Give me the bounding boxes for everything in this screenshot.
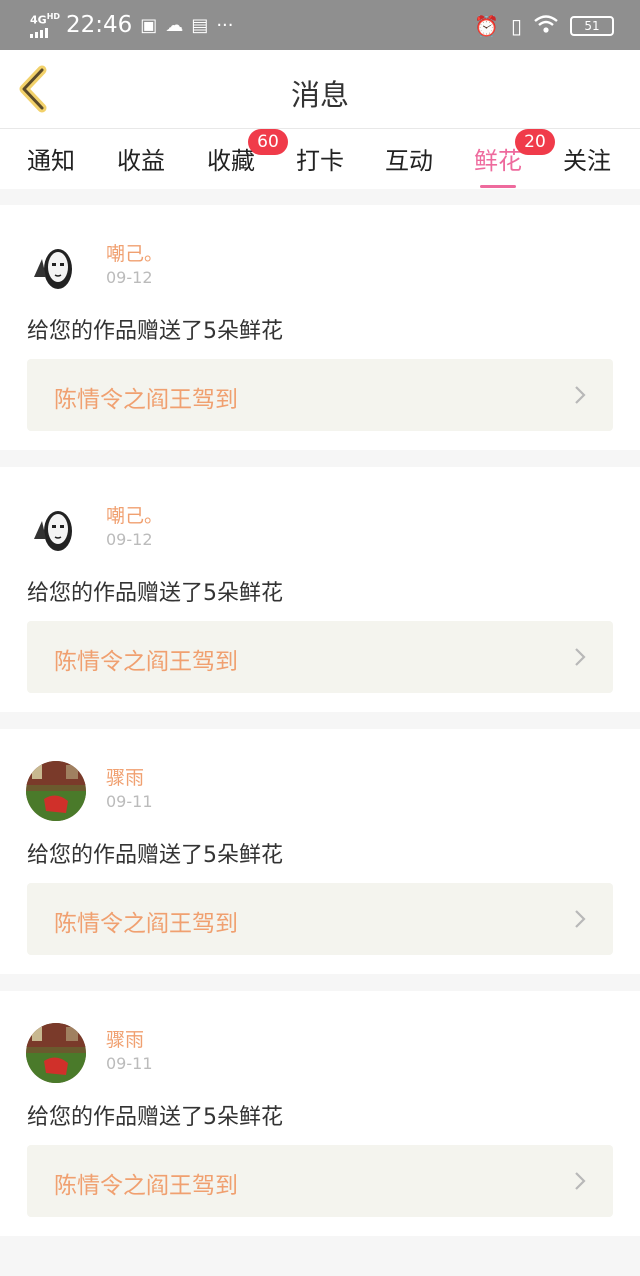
- app-icon-1: ▣: [140, 14, 158, 36]
- photo-avatar-icon: [26, 1023, 86, 1083]
- network-label: 4G: [30, 13, 47, 27]
- message-text: 给您的作品赠送了5朵鲜花: [27, 319, 283, 344]
- network-sub-label: HD: [46, 12, 61, 22]
- tab-notifications[interactable]: 通知: [16, 141, 86, 176]
- chevron-right-icon: [575, 910, 586, 928]
- message-card: 嘲己。 09-12 给您的作品赠送了5朵鲜花 陈情令之阎王驾到: [0, 467, 640, 712]
- sender-name[interactable]: 嘲己。: [106, 239, 163, 266]
- chevron-right-icon: [575, 386, 586, 404]
- tab-interactions[interactable]: 互动: [374, 141, 444, 176]
- tab-following[interactable]: 关注: [552, 141, 622, 176]
- unread-badge: 60: [248, 129, 288, 155]
- message-text: 给您的作品赠送了5朵鲜花: [27, 1105, 283, 1130]
- sender-name[interactable]: 骤雨: [106, 763, 144, 790]
- tab-earnings[interactable]: 收益: [106, 141, 176, 176]
- tab-label: 收藏: [207, 147, 255, 175]
- message-date: 09-11: [106, 1054, 153, 1073]
- tab-flowers[interactable]: 鲜花 20: [463, 129, 555, 188]
- message-card: 嘲己。 09-12 给您的作品赠送了5朵鲜花 陈情令之阎王驾到: [0, 205, 640, 450]
- avatar[interactable]: [26, 237, 86, 297]
- cloud-icon: ☁: [165, 14, 184, 36]
- tab-checkin[interactable]: 打卡: [285, 141, 355, 176]
- tab-label: 收益: [117, 147, 165, 175]
- chevron-right-icon: [575, 648, 586, 666]
- work-link[interactable]: 陈情令之阎王驾到: [27, 1145, 613, 1217]
- tab-label: 通知: [27, 147, 75, 175]
- more-dots-icon: ···: [216, 14, 234, 36]
- active-tab-indicator: [480, 185, 516, 188]
- clock: 22:46: [66, 12, 133, 38]
- tab-label: 关注: [563, 147, 611, 175]
- tab-label: 鲜花: [474, 147, 522, 175]
- status-right: ⏰ ▯ 51: [474, 12, 614, 40]
- alarm-icon: ⏰: [474, 14, 499, 38]
- vibrate-icon: ▯: [510, 14, 522, 38]
- app-icon-2: ▤: [191, 14, 209, 36]
- signal-icon: [30, 27, 58, 38]
- avatar[interactable]: [26, 499, 86, 559]
- avatar[interactable]: [26, 761, 86, 821]
- message-card: 骤雨 09-11 给您的作品赠送了5朵鲜花 陈情令之阎王驾到: [0, 729, 640, 974]
- tab-label: 打卡: [296, 147, 344, 175]
- network-indicator: 4GHD: [30, 12, 61, 38]
- unread-badge: 20: [515, 129, 555, 155]
- message-date: 09-12: [106, 268, 153, 287]
- message-date: 09-12: [106, 530, 153, 549]
- chevron-right-icon: [575, 1172, 586, 1190]
- tab-bar: 通知 收益 收藏 60 打卡 互动 鲜花 20 关注: [0, 129, 640, 189]
- battery-indicator: 51: [570, 16, 614, 36]
- message-card: 骤雨 09-11 给您的作品赠送了5朵鲜花 陈情令之阎王驾到: [0, 991, 640, 1236]
- mask-avatar-icon: [26, 499, 86, 559]
- mask-avatar-icon: [26, 237, 86, 297]
- tab-favorites[interactable]: 收藏 60: [196, 129, 288, 176]
- work-title: 陈情令之阎王驾到: [54, 387, 238, 413]
- work-link[interactable]: 陈情令之阎王驾到: [27, 883, 613, 955]
- avatar[interactable]: [26, 1023, 86, 1083]
- work-title: 陈情令之阎王驾到: [54, 649, 238, 675]
- status-bar: 4GHD 22:46 ▣ ☁ ▤ ··· ⏰ ▯ 51: [0, 0, 640, 50]
- title-bar: 消息: [0, 50, 640, 129]
- page-title: 消息: [290, 78, 349, 112]
- photo-avatar-icon: [26, 761, 86, 821]
- message-date: 09-11: [106, 792, 153, 811]
- sender-name[interactable]: 嘲己。: [106, 501, 163, 528]
- work-title: 陈情令之阎王驾到: [54, 911, 238, 937]
- work-link[interactable]: 陈情令之阎王驾到: [27, 621, 613, 693]
- work-link[interactable]: 陈情令之阎王驾到: [27, 359, 613, 431]
- tab-label: 互动: [385, 147, 433, 175]
- status-left: 4GHD 22:46 ▣ ☁ ▤ ···: [30, 10, 234, 40]
- work-title: 陈情令之阎王驾到: [54, 1173, 238, 1199]
- message-text: 给您的作品赠送了5朵鲜花: [27, 581, 283, 606]
- wifi-icon: [534, 14, 558, 39]
- message-text: 给您的作品赠送了5朵鲜花: [27, 843, 283, 868]
- sender-name[interactable]: 骤雨: [106, 1025, 144, 1052]
